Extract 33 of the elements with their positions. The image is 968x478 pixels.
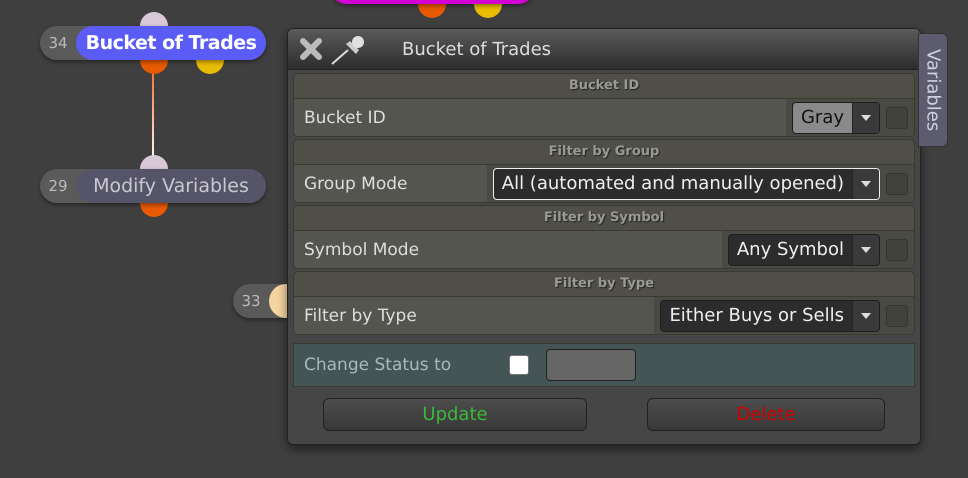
dropdown[interactable]: All (automated and manually opened) [492,168,880,200]
output-port[interactable] [474,4,502,18]
status-label: Change Status to [303,355,452,375]
node-number: 33 [240,292,262,310]
dropdown[interactable]: Gray [792,102,880,134]
node-label: Bucket of Trades [76,26,266,60]
node-label: Modify Variables [76,169,266,203]
caret-icon [852,168,879,198]
update-button[interactable]: Update [323,398,587,431]
dropdown[interactable]: Either Buys or Sells [660,300,880,332]
node[interactable]: 29 Modify Variables [40,169,266,203]
node[interactable]: 34 Bucket of Trades [40,26,266,60]
field-label: Bucket ID [294,99,786,136]
dropdown[interactable]: Any Symbol [728,234,880,266]
checkbox[interactable] [509,355,529,375]
output-port[interactable] [140,203,168,217]
output-port[interactable] [196,60,224,74]
side-tab[interactable]: Variables [918,33,948,147]
input-port[interactable] [140,12,168,26]
field-label: Symbol Mode [294,231,722,268]
node-number: 29 [47,177,69,195]
close-icon[interactable] [298,36,324,62]
caret-icon [852,300,879,330]
field-label: Group Mode [294,165,487,202]
output-port[interactable] [140,60,168,74]
caret-icon [852,234,879,264]
field-label: Filter by Type [294,297,654,334]
input-port[interactable] [140,155,168,169]
node-number: 34 [47,34,69,52]
output-port[interactable] [418,4,446,18]
status-field[interactable] [546,349,636,381]
window-title: Bucket of Trades [402,38,552,60]
caret-icon [852,102,879,132]
